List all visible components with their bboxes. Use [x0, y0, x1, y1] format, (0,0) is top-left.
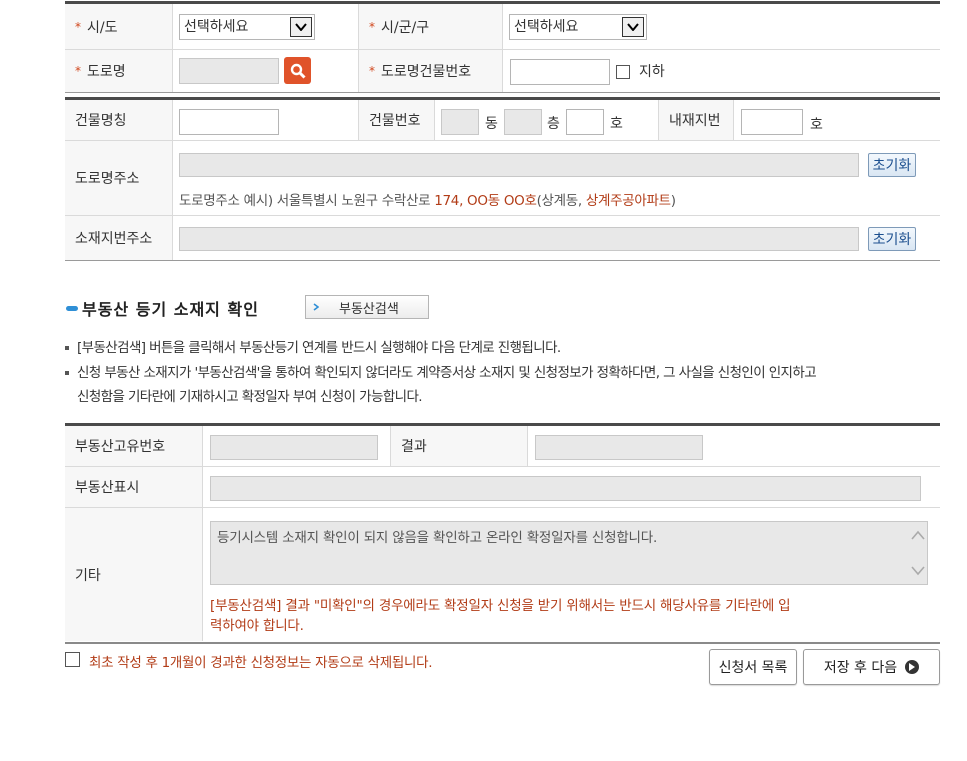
road-address-row: 도로명주소 초기화 도로명주소 예시) 서울특별시 노원구 수락산로 174, …	[65, 141, 940, 216]
scroll-down-icon[interactable]	[911, 566, 925, 576]
province-select[interactable]: 선택하세요	[179, 14, 315, 40]
registry-display-input[interactable]	[210, 476, 921, 501]
lot-address-input[interactable]	[179, 227, 859, 251]
city-select[interactable]: 선택하세요	[509, 14, 647, 40]
chevron-down-icon	[622, 17, 644, 37]
circle-arrow-icon	[905, 660, 920, 674]
registry-id-input[interactable]	[210, 435, 378, 460]
lot-address-reset-button[interactable]: 초기화	[868, 227, 916, 251]
note-2: 신청 부동산 소재지가 '부동산검색'을 통하여 확인되지 않더라도 계약증서상…	[65, 361, 817, 381]
road-address-reset-button[interactable]: 초기화	[868, 153, 916, 177]
section-title: 부동산 등기 소재지 확인	[82, 300, 259, 319]
dong-input[interactable]	[441, 109, 479, 135]
ho-input[interactable]	[566, 109, 604, 135]
road-label: * 도로명	[65, 50, 173, 92]
registry-id-row: 부동산고유번호 결과	[65, 426, 940, 467]
address-table: * 시/도 선택하세요 * 시/군/구 선택하세요 * 도로명 * 도로명건물번…	[65, 1, 940, 93]
result-input[interactable]	[535, 435, 703, 460]
building-number-input[interactable]	[510, 59, 610, 85]
address-row-2: * 도로명 * 도로명건물번호 지하	[65, 50, 940, 92]
inner-lot-label: 내재지번	[658, 100, 734, 140]
building-number-label: 건물번호	[358, 100, 435, 140]
province-label: * 시/도	[65, 4, 173, 49]
building-row: 건물명칭 건물번호 동 층 호 내재지번 호	[65, 100, 940, 141]
road-address-example: 도로명주소 예시) 서울특별시 노원구 수락산로 174, OO동 OO호(상계…	[179, 193, 676, 209]
inner-lot-ho-label: 호	[810, 117, 823, 133]
lot-address-label: 소재지번주소	[65, 216, 173, 260]
building-name-label: 건물명칭	[65, 100, 173, 140]
building-table: 건물명칭 건물번호 동 층 호 내재지번 호 도로명주소 초기화 도로명주소 예…	[65, 97, 940, 261]
etc-warning: [부동산검색] 결과 "미확인"의 경우에라도 확정일자 신청을 받기 위해서는…	[210, 598, 791, 634]
road-name-input[interactable]	[179, 58, 279, 84]
floor-input[interactable]	[504, 109, 542, 135]
city-label: * 시/군/구	[358, 4, 503, 49]
arrow-right-icon	[313, 300, 320, 315]
application-list-button[interactable]: 신청서 목록	[709, 649, 797, 685]
building-name-input[interactable]	[179, 109, 279, 135]
etc-textarea[interactable]: 등기시스템 소재지 확인이 되지 않음을 확인하고 온라인 확정일자를 신청합니…	[210, 521, 928, 585]
building-no-label: * 도로명건물번호	[358, 50, 503, 92]
auto-delete-checkbox[interactable]	[65, 652, 80, 667]
scroll-up-icon[interactable]	[911, 530, 925, 540]
floor-label: 층	[547, 116, 560, 132]
result-label: 결과	[390, 426, 528, 466]
inner-lot-input[interactable]	[741, 109, 803, 135]
registry-id-label: 부동산고유번호	[65, 426, 203, 466]
road-address-input[interactable]	[179, 153, 859, 177]
note-1: [부동산검색] 버튼을 클릭해서 부동산등기 연계를 반드시 실행해야 다음 단…	[65, 336, 561, 356]
registry-display-row: 부동산표시	[65, 467, 940, 508]
save-next-button[interactable]: 저장 후 다음	[803, 649, 940, 685]
etc-label: 기타	[65, 508, 203, 641]
registry-table: 부동산고유번호 결과 부동산표시 기타 등기시스템 소재지 확인이 되지 않음을…	[65, 423, 940, 644]
note-2-cont: 신청함을 기타란에 기재하시고 확정일자 부여 신청이 가능합니다.	[77, 389, 423, 405]
lot-address-row: 소재지번주소 초기화	[65, 216, 940, 260]
real-estate-search-button[interactable]: 부동산검색	[305, 295, 429, 319]
ho-label: 호	[610, 116, 623, 132]
address-row-1: * 시/도 선택하세요 * 시/군/구 선택하세요	[65, 4, 940, 50]
auto-delete-note: 최초 작성 후 1개월이 경과한 신청정보는 자동으로 삭제됩니다.	[89, 655, 433, 671]
textarea-scrollbar[interactable]	[909, 522, 927, 584]
basement-checkbox[interactable]	[616, 65, 630, 79]
dong-label: 동	[485, 116, 498, 132]
section-bullet	[66, 306, 78, 311]
basement-label: 지하	[639, 64, 665, 80]
etc-row: 기타 등기시스템 소재지 확인이 되지 않음을 확인하고 온라인 확정일자를 신…	[65, 508, 940, 641]
registry-display-label: 부동산표시	[65, 467, 203, 507]
chevron-down-icon	[290, 17, 312, 37]
search-icon[interactable]	[284, 57, 311, 84]
road-address-label: 도로명주소	[65, 141, 173, 215]
